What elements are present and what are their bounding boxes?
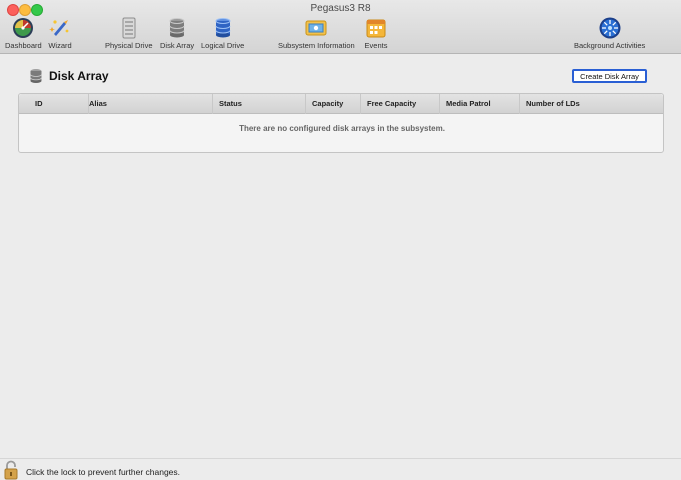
- wizard-icon: [49, 20, 69, 36]
- disk-array-icon: [30, 69, 42, 83]
- column-header-number-of-lds[interactable]: Number of LDs: [520, 94, 620, 114]
- titlebar: Pegasus3 R8 Dashboard Wizard Physical Dr…: [0, 0, 681, 54]
- create-disk-array-button[interactable]: Create Disk Array: [572, 69, 647, 83]
- toolbar-label: Disk Array: [160, 41, 195, 50]
- toolbar-events[interactable]: Events: [364, 16, 388, 50]
- events-icon: [366, 19, 386, 38]
- column-header-id[interactable]: ID: [29, 94, 89, 114]
- toolbar-wizard[interactable]: Wizard: [48, 16, 72, 50]
- toolbar-label: Physical Drive: [105, 41, 153, 50]
- toolbar-background-activities[interactable]: Background Activities: [574, 16, 645, 50]
- page-header: Disk Array: [30, 68, 109, 84]
- table-header: ID Alias Status Capacity Free Capacity M…: [19, 94, 663, 114]
- toolbar-dashboard[interactable]: Dashboard: [5, 16, 42, 50]
- column-header-media-patrol[interactable]: Media Patrol: [440, 94, 520, 114]
- toolbar-label: Background Activities: [574, 41, 646, 50]
- physical-drive-icon: [122, 17, 136, 39]
- column-header-status[interactable]: Status: [213, 94, 306, 114]
- toolbar-subsystem-information[interactable]: Subsystem Information: [278, 16, 355, 50]
- window-title: Pegasus3 R8: [310, 3, 371, 14]
- empty-table-message: There are no configured disk arrays in t…: [239, 124, 445, 133]
- toolbar-label: Dashboard: [5, 41, 42, 50]
- toolbar-logical-drive[interactable]: Logical Drive: [201, 16, 244, 50]
- disk-array-icon: [169, 18, 185, 38]
- page-title: Disk Array: [49, 69, 109, 83]
- column-header-capacity[interactable]: Capacity: [306, 94, 361, 114]
- app-window: Pegasus3 R8 Dashboard Wizard Physical Dr…: [0, 0, 681, 480]
- toolbar-label: Wizard: [48, 41, 72, 50]
- disk-array-table: ID Alias Status Capacity Free Capacity M…: [18, 93, 664, 153]
- toolbar-disk-array[interactable]: Disk Array: [160, 16, 194, 50]
- footer: Click the lock to prevent further change…: [0, 458, 681, 480]
- dashboard-icon: [13, 18, 34, 38]
- subsystem-information-icon: [305, 20, 327, 36]
- toolbar-physical-drive[interactable]: Physical Drive: [105, 16, 153, 50]
- logical-drive-icon: [215, 18, 231, 38]
- main-content: Disk Array Create Disk Array ID Alias St…: [0, 55, 681, 458]
- lock-icon[interactable]: [3, 460, 19, 480]
- toolbar-label: Logical Drive: [201, 41, 245, 50]
- toolbar-label: Subsystem Information: [278, 41, 355, 50]
- column-header-free-capacity[interactable]: Free Capacity: [361, 94, 440, 114]
- lock-message: Click the lock to prevent further change…: [26, 467, 181, 477]
- column-header-alias[interactable]: Alias: [83, 94, 213, 114]
- background-activities-icon: [599, 17, 621, 39]
- toolbar-label: Events: [364, 41, 388, 50]
